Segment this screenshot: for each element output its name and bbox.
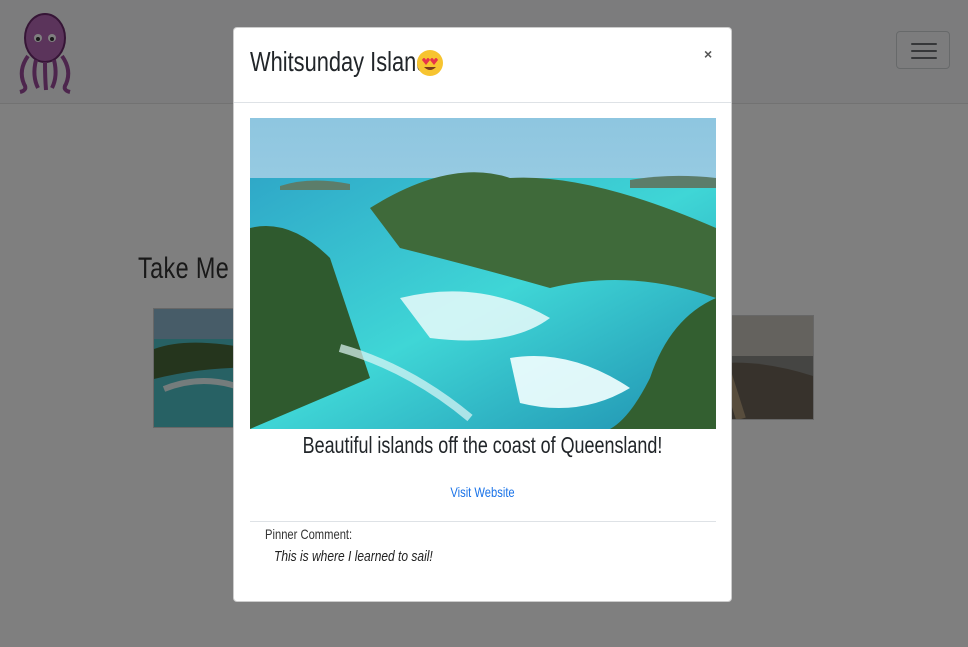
divider <box>250 521 716 522</box>
pinner-comment-text: This is where I learned to sail! <box>274 548 433 565</box>
whitsunday-islands-photo <box>250 118 716 429</box>
pin-detail-modal: Whitsunday Islands × Beautiful islands o… <box>233 27 732 602</box>
modal-header: Whitsunday Islands × <box>234 28 731 103</box>
modal-title: Whitsunday Islands <box>250 46 440 77</box>
visit-website-link[interactable]: Visit Website <box>284 484 682 500</box>
pinner-comment-label: Pinner Comment: <box>265 526 353 542</box>
close-button[interactable]: × <box>704 46 712 62</box>
heart-eyes-emoji-icon <box>417 50 443 76</box>
pin-caption: Beautiful islands off the coast of Queen… <box>302 432 663 458</box>
